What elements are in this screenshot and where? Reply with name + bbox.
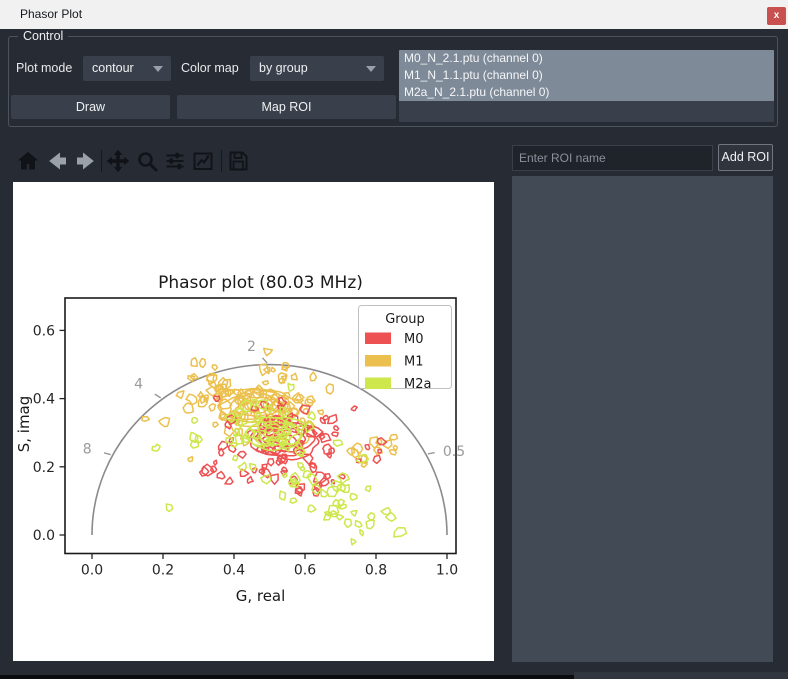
phasor-figure-svg[interactable]: Phasor plot (80.03 MHz) G, real S, imag 0.0… xyxy=(13,182,494,661)
close-button[interactable]: x xyxy=(767,7,786,25)
svg-text:0.8: 0.8 xyxy=(365,563,387,579)
save-icon[interactable] xyxy=(226,149,250,173)
svg-text:4: 4 xyxy=(134,377,143,393)
control-group-label: Control xyxy=(18,29,69,43)
plot-mode-select[interactable]: contour xyxy=(83,56,171,81)
svg-text:M0: M0 xyxy=(404,332,424,347)
file-list-item[interactable]: M2a_N_2.1.ptu (channel 0) xyxy=(399,84,774,101)
svg-text:0.4: 0.4 xyxy=(33,392,55,408)
toolbar-separator xyxy=(221,150,222,172)
draw-button[interactable]: Draw xyxy=(11,95,170,119)
add-roi-button[interactable]: Add ROI xyxy=(718,144,773,171)
plot-mode-label: Plot mode xyxy=(16,61,73,75)
toolbar-separator xyxy=(101,150,102,172)
matplotlib-toolbar xyxy=(0,145,500,177)
customize-icon[interactable] xyxy=(191,149,215,173)
file-list-item[interactable]: M1_N_1.1.ptu (channel 0) xyxy=(399,67,774,84)
svg-text:0.4: 0.4 xyxy=(223,563,245,579)
phasor-plot-canvas[interactable]: Phasor plot (80.03 MHz) G, real S, imag 0.0… xyxy=(13,182,494,661)
svg-text:0.2: 0.2 xyxy=(152,563,174,579)
svg-text:2: 2 xyxy=(247,339,256,355)
color-map-label: Color map xyxy=(181,61,239,75)
svg-text:0.0: 0.0 xyxy=(81,563,103,579)
window-bottom-edge xyxy=(0,675,574,679)
svg-text:8: 8 xyxy=(83,441,92,457)
svg-text:0.0: 0.0 xyxy=(33,528,55,544)
y-axis-label: S, imag xyxy=(15,396,33,453)
svg-text:0.5: 0.5 xyxy=(443,444,465,460)
home-icon[interactable] xyxy=(16,149,40,173)
title-bar[interactable]: Phasor Plot x xyxy=(0,0,788,29)
svg-text:Group: Group xyxy=(385,312,425,327)
chevron-down-icon xyxy=(366,66,376,72)
svg-text:0.6: 0.6 xyxy=(294,563,316,579)
svg-text:0.6: 0.6 xyxy=(33,323,55,339)
subplots-icon[interactable] xyxy=(163,149,187,173)
roi-name-input[interactable] xyxy=(512,145,713,171)
zoom-icon[interactable] xyxy=(135,149,159,173)
svg-text:1.0: 1.0 xyxy=(436,563,458,579)
chevron-down-icon xyxy=(153,66,163,72)
svg-text:M2a: M2a xyxy=(404,377,431,392)
pan-icon[interactable] xyxy=(106,149,130,173)
plot-title: Phasor plot (80.03 MHz) xyxy=(158,273,363,293)
window-title: Phasor Plot xyxy=(20,7,83,21)
svg-text:M1: M1 xyxy=(404,355,424,370)
map-roi-button[interactable]: Map ROI xyxy=(177,95,396,119)
file-list-item[interactable]: M0_N_2.1.ptu (channel 0) xyxy=(399,50,774,67)
file-list[interactable]: M0_N_2.1.ptu (channel 0) M1_N_1.1.ptu (ch… xyxy=(399,50,774,122)
svg-text:0.2: 0.2 xyxy=(33,460,55,476)
window-bottom-edge xyxy=(574,672,788,679)
plot-legend: Group M0 M1 M2a xyxy=(358,305,452,392)
plot-mode-value: contour xyxy=(92,61,134,75)
back-icon[interactable] xyxy=(45,149,69,173)
color-map-value: by group xyxy=(259,61,308,75)
forward-icon[interactable] xyxy=(74,149,98,173)
phasor-plot-window: Phasor Plot x Control Plot mode contour … xyxy=(0,0,788,679)
roi-list-panel[interactable] xyxy=(512,176,773,662)
x-axis-label: G, real xyxy=(236,587,286,605)
color-map-select[interactable]: by group xyxy=(250,56,384,81)
